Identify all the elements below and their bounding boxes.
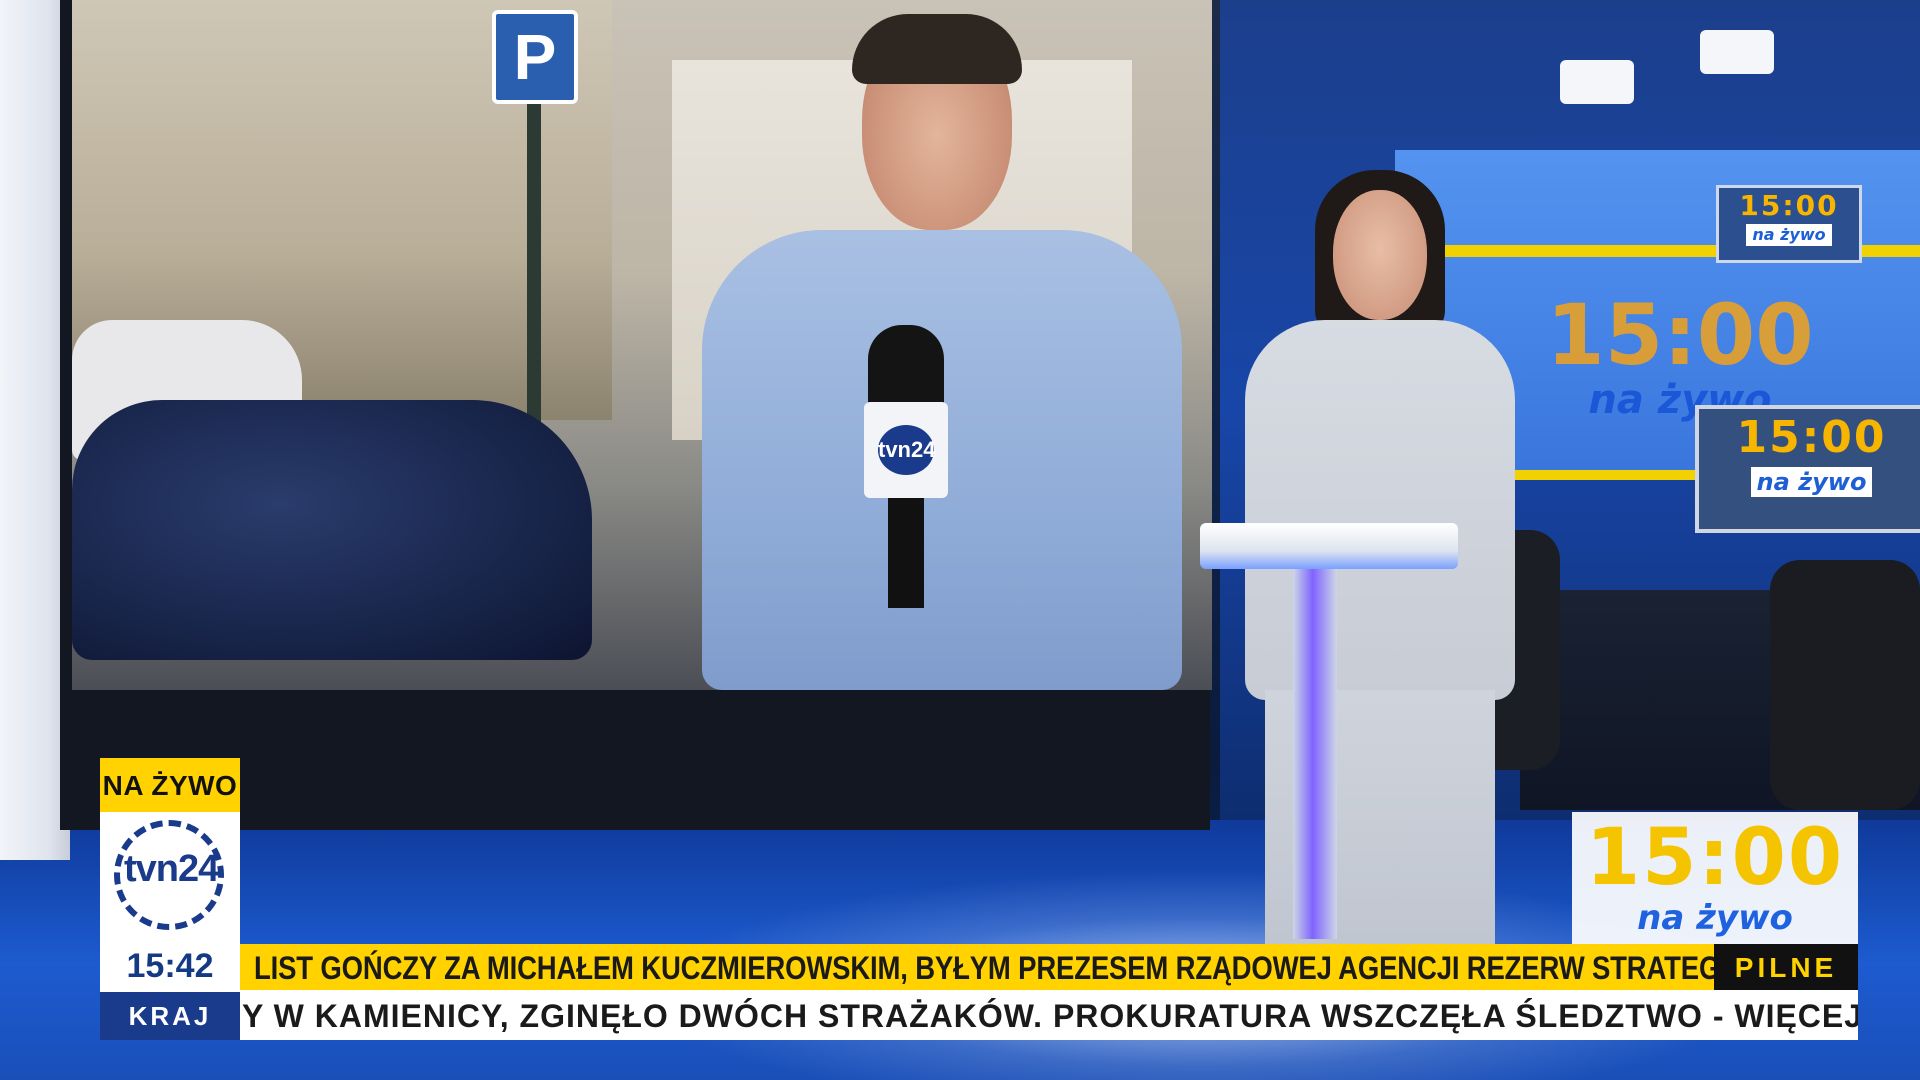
news-ticker-text: Y W KAMIENICY, ZGINĘŁO DWÓCH STRAŻAKÓW. … [242, 998, 1858, 1034]
program-subtitle: na żywo [1637, 898, 1793, 938]
parked-car [72, 400, 592, 660]
monitor-small-subtitle: na żywo [1746, 224, 1832, 246]
anchor-face [1333, 190, 1427, 320]
channel-logo-label: tvn24 [124, 848, 219, 890]
category-label: KRAJ [100, 992, 240, 1040]
channel-logo-text: tvn24 [124, 848, 244, 898]
monitor-large-subtitle: na żywo [1750, 467, 1873, 497]
microphone-logo: tvn24 [878, 425, 935, 475]
studio-lights [1560, 20, 1790, 110]
program-time: 15:00 [1585, 813, 1845, 903]
anchor-jacket [1245, 320, 1515, 700]
field-reporter: tvn24 [692, 14, 1192, 690]
headline-bar: LIST GOŃCZY ZA MICHAŁEM KUCZMIEROWSKIM, … [240, 944, 1714, 990]
studio-chair [1770, 560, 1920, 810]
studio-monitor-small: 15:00 na żywo [1716, 185, 1862, 263]
studio-lamp [1700, 30, 1774, 74]
urgent-label: PILNE [1714, 944, 1858, 990]
news-ticker-bar: Y W KAMIENICY, ZGINĘŁO DWÓCH STRAŻAKÓW. … [240, 990, 1858, 1040]
video-wall-feed: P tvn24 [72, 0, 1212, 690]
live-badge: NA ŻYWO [100, 758, 240, 812]
studio-monitor-large: 15:00 na żywo [1695, 405, 1920, 533]
upcoming-program-graphic: 15:00 na żywo [1572, 812, 1858, 944]
broadcast-clock: 15:42 [100, 940, 240, 992]
studio-lamp [1560, 60, 1634, 104]
podium-top [1200, 523, 1458, 569]
headline-text: LIST GOŃCZY ZA MICHAŁEM KUCZMIEROWSKIM, … [254, 950, 1714, 986]
wall-program-time: 15:00 [1546, 286, 1814, 384]
reporter-hair [852, 14, 1022, 84]
parking-sign: P [492, 10, 578, 104]
channel-logo: tvn24 [100, 812, 240, 940]
podium-stem [1293, 569, 1337, 939]
monitor-large-time: 15:00 [1736, 412, 1887, 463]
wall-program-graphic: 15:00 na żywo [1530, 286, 1830, 420]
monitor-small-time: 15:00 [1739, 189, 1839, 222]
microphone-handle [888, 498, 924, 608]
